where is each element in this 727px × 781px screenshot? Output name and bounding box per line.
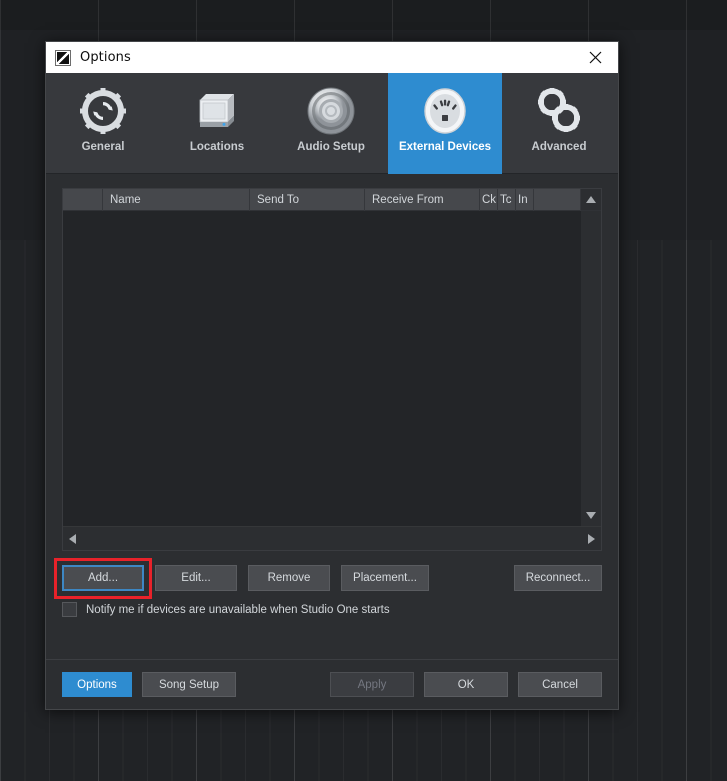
horizontal-scrollbar[interactable] <box>63 526 601 550</box>
notify-checkbox-row: Notify me if devices are unavailable whe… <box>62 602 602 617</box>
notify-checkbox-label[interactable]: Notify me if devices are unavailable whe… <box>86 604 390 616</box>
options-tabstrip: General Locations Audio Setup External D… <box>46 73 618 174</box>
apply-button[interactable]: Apply <box>330 672 414 697</box>
column-header-ck[interactable]: Ck <box>480 189 498 211</box>
tab-general[interactable]: General <box>46 73 160 174</box>
reconnect-button[interactable]: Reconnect... <box>514 565 602 591</box>
options-body: Name Send To Receive From Ck Tc In Add..… <box>46 174 618 659</box>
edit-button[interactable]: Edit... <box>155 565 237 591</box>
tab-advanced-label: Advanced <box>531 141 587 153</box>
tab-external-devices-label: External Devices <box>398 141 492 153</box>
song-setup-button[interactable]: Song Setup <box>142 672 236 697</box>
tab-advanced[interactable]: Advanced <box>502 73 616 174</box>
dialog-title: Options <box>80 50 131 65</box>
list-empty-area[interactable] <box>63 211 581 526</box>
placement-button[interactable]: Placement... <box>341 565 429 591</box>
tab-audio-setup[interactable]: Audio Setup <box>274 73 388 174</box>
tab-locations[interactable]: Locations <box>160 73 274 174</box>
notify-checkbox[interactable] <box>62 602 77 617</box>
scroll-down-arrow-icon[interactable] <box>586 512 596 519</box>
dialog-footer: Options Song Setup Apply OK Cancel <box>46 659 618 709</box>
list-column-headers: Name Send To Receive From Ck Tc In <box>63 189 601 211</box>
tab-general-label: General <box>81 141 125 153</box>
tab-locations-label: Locations <box>189 141 245 153</box>
scroll-right-arrow-icon[interactable] <box>588 533 595 544</box>
hard-drive-icon <box>189 83 245 139</box>
double-gear-icon <box>531 83 587 139</box>
dialog-titlebar: Options <box>46 42 618 73</box>
column-header-blank-left[interactable] <box>63 189 103 211</box>
midi-din-port-icon <box>417 83 473 139</box>
column-header-name[interactable]: Name <box>103 189 250 211</box>
options-button[interactable]: Options <box>62 672 132 697</box>
column-header-receive-from[interactable]: Receive From <box>365 189 480 211</box>
speaker-knob-icon <box>303 83 359 139</box>
external-devices-list: Name Send To Receive From Ck Tc In <box>62 188 602 551</box>
device-action-buttons: Add... Edit... Remove Placement... Recon… <box>54 558 602 599</box>
vertical-scrollbar[interactable] <box>581 211 601 526</box>
column-header-send-to[interactable]: Send To <box>250 189 365 211</box>
add-button[interactable]: Add... <box>62 565 144 591</box>
cancel-button[interactable]: Cancel <box>518 672 602 697</box>
ok-button[interactable]: OK <box>424 672 508 697</box>
tab-external-devices[interactable]: External Devices <box>388 73 502 174</box>
studio-one-icon <box>55 49 71 66</box>
options-dialog: Options General Locations Audio Setup Ex… <box>45 41 619 710</box>
scroll-up-arrow-icon[interactable] <box>581 189 601 210</box>
scroll-left-arrow-icon[interactable] <box>69 533 76 544</box>
gear-refresh-icon <box>75 83 131 139</box>
column-header-blank-right[interactable] <box>534 189 581 211</box>
column-header-in[interactable]: In <box>516 189 534 211</box>
tab-audio-setup-label: Audio Setup <box>297 141 365 153</box>
close-icon[interactable] <box>578 45 612 71</box>
list-rows-area <box>63 211 601 526</box>
remove-button[interactable]: Remove <box>248 565 330 591</box>
column-header-tc[interactable]: Tc <box>498 189 516 211</box>
